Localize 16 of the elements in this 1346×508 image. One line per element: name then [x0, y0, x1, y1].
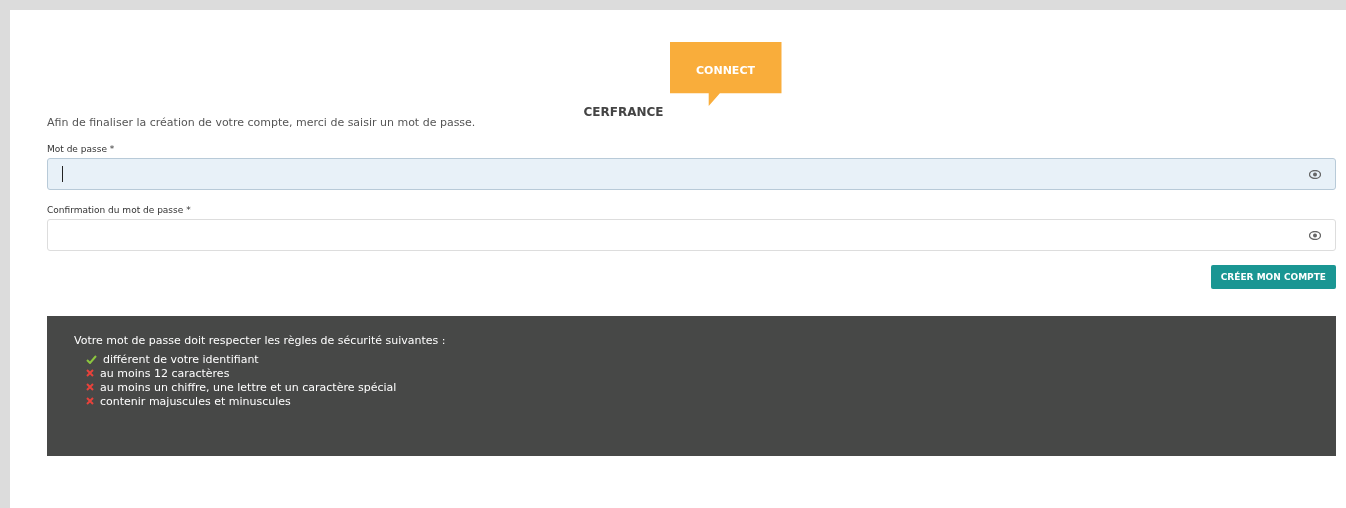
- rule-text: au moins 12 caractères: [100, 366, 230, 380]
- brand-name: CERFRANCE: [583, 105, 664, 119]
- field-label: Confirmation du mot de passe *: [47, 205, 192, 215]
- eye-icon[interactable]: [1309, 230, 1321, 240]
- logo-badge: CONNECT: [669, 42, 782, 106]
- field-label: Mot de passe *: [47, 144, 116, 154]
- text-cursor: [62, 166, 63, 182]
- rule-text: au moins un chiffre, une lettre et un caractère spécial: [100, 380, 397, 394]
- intro-text: Afin de finaliser la création de votre compte, merci de saisir un mot de passe.: [47, 116, 477, 129]
- rules-title: Votre mot de passe doit respecter les règles de sécurité suivantes :: [74, 334, 447, 347]
- rule-text: contenir majuscules et minuscules: [100, 394, 291, 408]
- password-field[interactable]: [47, 219, 1336, 251]
- rule-text: différent de votre identifiant: [103, 352, 259, 366]
- password-field[interactable]: [47, 158, 1336, 190]
- eye-icon[interactable]: [1309, 169, 1321, 179]
- create-account-button[interactable]: CRÉER MON COMPTE: [1210, 265, 1336, 289]
